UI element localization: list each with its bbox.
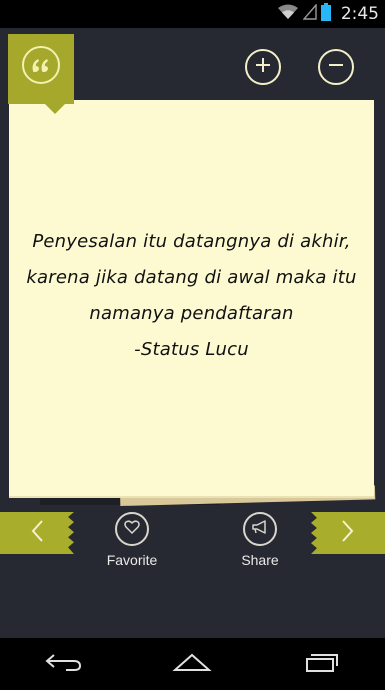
chevron-right-icon [341,519,355,548]
status-bar: 2:45 [0,0,385,28]
system-nav-bar [0,638,385,690]
previous-quote-button[interactable] [0,512,74,554]
quote-icon [22,46,60,84]
home-icon[interactable] [172,651,213,678]
minus-icon [327,56,345,79]
share-button[interactable]: Share [220,512,300,568]
plus-icon [254,56,272,79]
share-label: Share [241,552,279,568]
megaphone-icon [251,519,269,539]
chevron-left-icon [30,519,44,548]
quote-line: karena jika datang di awal maka itu [26,267,357,288]
favorite-label: Favorite [106,552,158,568]
favorite-circle [115,512,149,546]
battery-icon [320,2,331,26]
recents-icon[interactable] [301,651,341,678]
zoom-in-button[interactable] [245,49,281,85]
zoom-out-button[interactable] [318,49,354,85]
quote-line: namanya pendaftaran [89,303,294,324]
quote-text: Penyesalan itu datangnya di akhir, karen… [9,224,374,368]
back-icon[interactable] [44,651,84,678]
signal-icon [302,2,317,25]
clock: 2:45 [340,4,379,24]
status-icons: 2:45 [277,2,379,26]
quote-line: Penyesalan itu datangnya di akhir, [32,231,351,252]
favorite-button[interactable]: Favorite [92,512,172,568]
quote-author: -Status Lucu [134,339,249,360]
share-circle [243,512,277,546]
quote-tab [8,34,74,114]
next-quote-button[interactable] [311,512,385,554]
quote-card: Penyesalan itu datangnya di akhir, karen… [9,100,374,496]
wifi-icon [277,4,299,25]
heart-icon [124,519,140,539]
